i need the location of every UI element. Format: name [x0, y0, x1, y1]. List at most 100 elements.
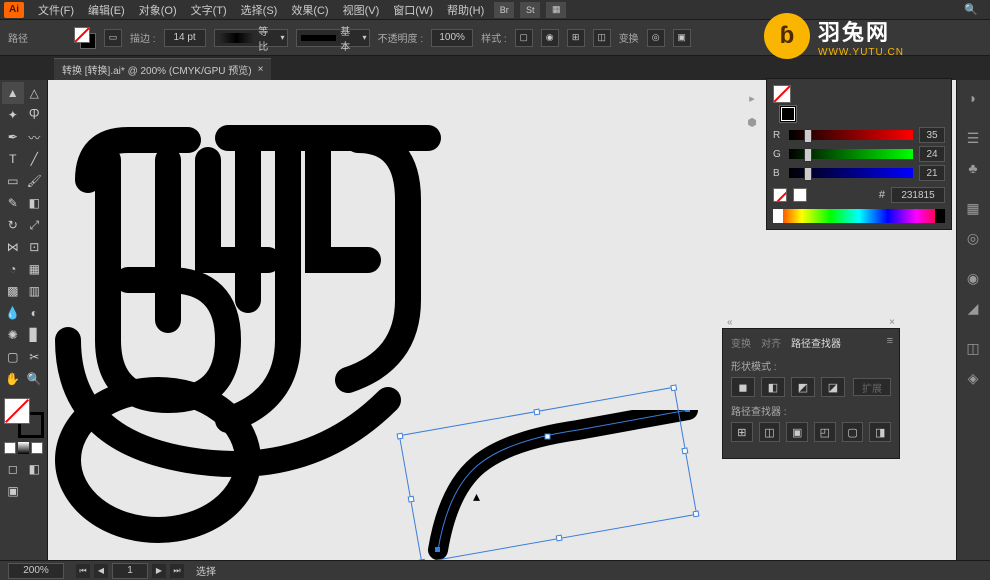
- tab-close-icon[interactable]: ×: [258, 64, 264, 75]
- symbols-panel-icon[interactable]: ◎: [959, 224, 987, 252]
- zoom-tool[interactable]: 🔍: [24, 368, 46, 390]
- trim-button[interactable]: ◫: [759, 422, 781, 442]
- color-flyout-icon[interactable]: ▸: [743, 89, 761, 107]
- b-value-input[interactable]: 21: [919, 165, 945, 181]
- hand-tool[interactable]: ✋: [2, 368, 24, 390]
- b-slider[interactable]: [789, 168, 913, 178]
- shape-builder-tool[interactable]: ◔: [2, 258, 24, 280]
- search-icon[interactable]: 🔍: [956, 1, 986, 18]
- stock-icon[interactable]: St: [520, 2, 540, 18]
- menu-effect[interactable]: 效果(C): [285, 0, 334, 20]
- libraries-panel-icon[interactable]: ☰: [959, 124, 987, 152]
- selection-tool[interactable]: ▲: [2, 82, 24, 104]
- outline-button[interactable]: ▢: [842, 422, 864, 442]
- appearance-panel-icon[interactable]: ◈: [959, 364, 987, 392]
- handle-bm[interactable]: [556, 535, 563, 542]
- shape-icon[interactable]: ◫: [593, 29, 611, 47]
- align-icon[interactable]: ⊞: [567, 29, 585, 47]
- gradient-mode-icon[interactable]: [18, 442, 30, 454]
- menu-window[interactable]: 窗口(W): [387, 0, 439, 20]
- graph-tool[interactable]: ▊: [24, 324, 46, 346]
- scale-tool[interactable]: ⤢: [24, 214, 46, 236]
- handle-tl[interactable]: [397, 433, 404, 440]
- stroke-panel-icon[interactable]: ◉: [959, 264, 987, 292]
- unite-button[interactable]: ◼: [731, 377, 755, 397]
- r-value-input[interactable]: 35: [919, 127, 945, 143]
- menu-view[interactable]: 视图(V): [337, 0, 386, 20]
- slice-tool[interactable]: ✂: [24, 346, 46, 368]
- expand-button[interactable]: 扩展: [853, 378, 891, 396]
- arrange-icon[interactable]: ▦: [546, 2, 566, 18]
- menu-type[interactable]: 文字(T): [185, 0, 233, 20]
- handle-bl[interactable]: [419, 559, 426, 560]
- fill-stroke-tool-swatch[interactable]: [4, 398, 44, 438]
- opacity-input[interactable]: 100%: [431, 29, 473, 47]
- free-transform-tool[interactable]: ⊡: [24, 236, 46, 258]
- merge-button[interactable]: ▣: [786, 422, 808, 442]
- handle-mr[interactable]: [681, 447, 688, 454]
- shaper-tool[interactable]: ✎: [2, 192, 24, 214]
- divide-button[interactable]: ⊞: [731, 422, 753, 442]
- last-artboard-button[interactable]: ⏭: [170, 564, 184, 578]
- brushes-panel-icon[interactable]: ♣: [959, 154, 987, 182]
- swatches-panel-icon[interactable]: ▦: [959, 194, 987, 222]
- panel-menu-icon[interactable]: ≡: [887, 335, 893, 347]
- brush-dropdown[interactable]: 基本: [296, 29, 370, 47]
- panel-close-icon[interactable]: ×: [889, 317, 895, 328]
- eraser-tool[interactable]: ◧: [24, 192, 46, 214]
- panel-collapse-icon[interactable]: «: [727, 317, 733, 328]
- document-tab[interactable]: 转换 [转换].ai* @ 200% (CMYK/GPU 预览) ×: [54, 58, 271, 80]
- none-swatch[interactable]: [773, 188, 787, 202]
- minus-back-button[interactable]: ◨: [869, 422, 891, 442]
- rectangle-tool[interactable]: ▭: [2, 170, 24, 192]
- color-3d-icon[interactable]: ⬢: [743, 113, 761, 131]
- gradient-panel-icon[interactable]: ◢: [959, 294, 987, 322]
- tab-pathfinder[interactable]: 路径查找器: [791, 333, 841, 352]
- handle-tm[interactable]: [533, 408, 540, 415]
- width-tool[interactable]: ⋈: [2, 236, 24, 258]
- symbol-sprayer-tool[interactable]: ✺: [2, 324, 24, 346]
- tab-align[interactable]: 对齐: [761, 333, 781, 352]
- profile-dropdown[interactable]: 等比: [214, 29, 288, 47]
- mesh-tool[interactable]: ▩: [2, 280, 24, 302]
- draw-mode-normal[interactable]: ◻: [2, 458, 24, 480]
- fill-stroke-swatch[interactable]: [74, 27, 96, 49]
- zoom-dropdown[interactable]: 200%: [8, 563, 64, 579]
- mask-icon[interactable]: ▣: [673, 29, 691, 47]
- stroke-options-icon[interactable]: ▭: [104, 29, 122, 47]
- menu-help[interactable]: 帮助(H): [441, 0, 490, 20]
- paintbrush-tool[interactable]: 🖌: [24, 170, 46, 192]
- menu-select[interactable]: 选择(S): [235, 0, 284, 20]
- curvature-tool[interactable]: 〰: [24, 126, 46, 148]
- r-slider[interactable]: [789, 130, 913, 140]
- stroke-swatch[interactable]: [779, 105, 797, 123]
- draw-mode-behind[interactable]: ◧: [24, 458, 46, 480]
- transparency-panel-icon[interactable]: ◫: [959, 334, 987, 362]
- exclude-button[interactable]: ◪: [821, 377, 845, 397]
- isolate-icon[interactable]: ◎: [647, 29, 665, 47]
- first-artboard-button[interactable]: ⏮: [76, 564, 90, 578]
- next-artboard-button[interactable]: ▶: [152, 564, 166, 578]
- lasso-tool[interactable]: Ⴔ: [24, 104, 46, 126]
- bridge-icon[interactable]: Br: [494, 2, 514, 18]
- style-dropdown[interactable]: ▢: [515, 29, 533, 47]
- type-tool[interactable]: T: [2, 148, 24, 170]
- menu-edit[interactable]: 编辑(E): [82, 0, 131, 20]
- spectrum-picker[interactable]: [773, 209, 945, 223]
- handle-tr[interactable]: [670, 384, 677, 391]
- rotate-tool[interactable]: ↻: [2, 214, 24, 236]
- recolor-icon[interactable]: ◉: [541, 29, 559, 47]
- pen-tool[interactable]: ✒: [2, 126, 24, 148]
- perspective-tool[interactable]: ▦: [24, 258, 46, 280]
- properties-panel-icon[interactable]: ◗: [959, 84, 987, 112]
- stroke-weight-input[interactable]: 14 pt: [164, 29, 206, 47]
- artboard-number-input[interactable]: 1: [112, 563, 148, 579]
- blend-tool[interactable]: ◐: [24, 302, 46, 324]
- minus-front-button[interactable]: ◧: [761, 377, 785, 397]
- line-tool[interactable]: ╱: [24, 148, 46, 170]
- gradient-tool[interactable]: ▥: [24, 280, 46, 302]
- none-mode-icon[interactable]: [31, 442, 43, 454]
- color-mode-icon[interactable]: [4, 442, 16, 454]
- direct-selection-tool[interactable]: △: [24, 82, 46, 104]
- white-swatch[interactable]: [793, 188, 807, 202]
